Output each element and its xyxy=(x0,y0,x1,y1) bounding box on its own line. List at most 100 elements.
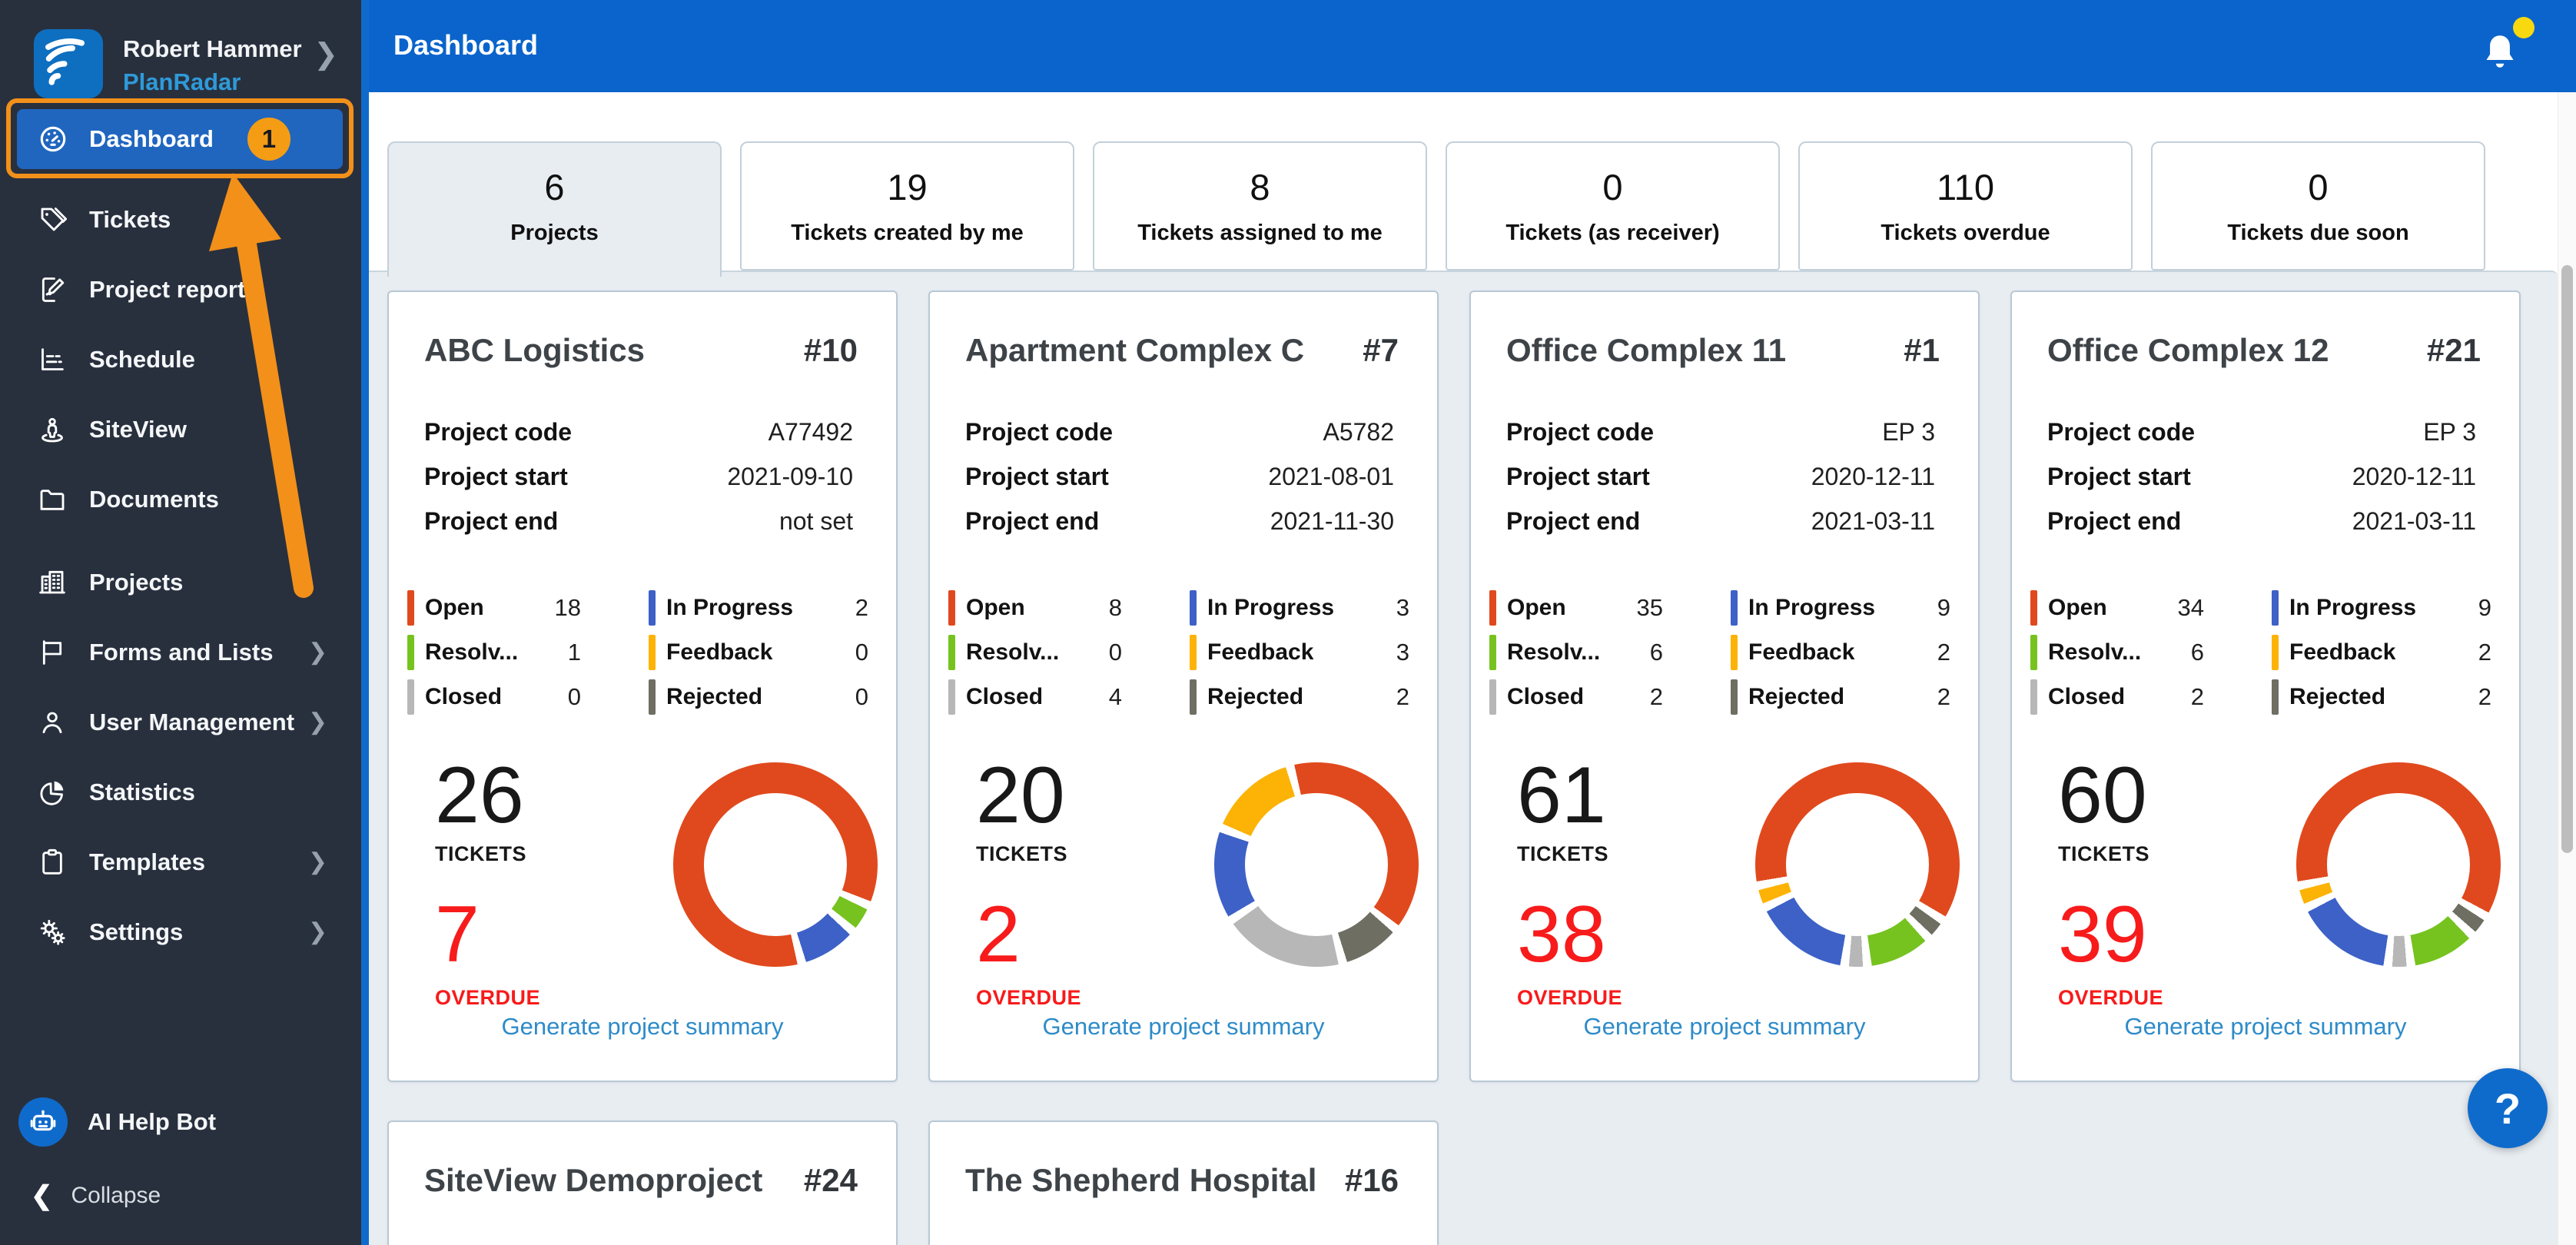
project-title: ABC Logistics xyxy=(424,332,646,368)
status-label: Rejected xyxy=(1748,684,1845,709)
status-label: Closed xyxy=(425,684,503,709)
tab-value: 8 xyxy=(1250,167,1270,208)
status-count: 2 xyxy=(1396,683,1409,710)
notifications-bell-button[interactable] xyxy=(2476,15,2536,77)
sidebar-item-tickets[interactable]: Tickets xyxy=(0,184,361,254)
status-grid: Open 18 In Progress 2 Resolv... 1 Feedba… xyxy=(389,586,896,719)
status-color-bar xyxy=(2272,590,2279,626)
status-label: In Progress xyxy=(2289,595,2417,620)
status-label: Resolv... xyxy=(425,639,519,665)
summary-tab-tickets-created-by-me[interactable]: 19 Tickets created by me xyxy=(740,141,1074,271)
status-count: 2 xyxy=(1937,683,1950,710)
project-code-value: EP 3 xyxy=(1882,418,1935,446)
scrollbar-track[interactable] xyxy=(2558,92,2576,1245)
sidebar-item-schedule[interactable]: Schedule xyxy=(0,324,361,394)
scrollbar-thumb[interactable] xyxy=(2561,265,2573,853)
status-label: Rejected xyxy=(2289,684,2386,709)
status-row-rejected: Rejected 2 xyxy=(1731,675,1950,719)
status-count: 0 xyxy=(1108,639,1122,666)
account-header[interactable]: Robert Hammer PlanRadar ❯ xyxy=(0,0,361,98)
status-color-bar xyxy=(2030,590,2037,626)
sidebar-item-dashboard[interactable]: Dashboard 1 xyxy=(17,109,343,169)
collapse-sidebar-button[interactable]: ❮ Collapse xyxy=(31,1180,161,1211)
summary-tab-projects[interactable]: 6 Projects xyxy=(387,141,722,277)
status-label: Rejected xyxy=(1207,684,1304,709)
status-label: Feedback xyxy=(1748,639,1855,665)
status-label: In Progress xyxy=(666,595,794,620)
overdue-label: OVERDUE xyxy=(1517,986,1623,1010)
chevron-right-icon: ❯ xyxy=(307,919,327,945)
detail-label: Project end xyxy=(424,507,559,535)
status-row-closed: Closed 4 xyxy=(948,675,1122,719)
overdue-count: 39 xyxy=(2058,890,2147,980)
chevron-right-icon: ❯ xyxy=(314,38,338,71)
sidebar-item-settings[interactable]: Settings ❯ xyxy=(0,897,361,967)
status-label: Feedback xyxy=(1207,639,1314,665)
project-end-value: 2021-03-11 xyxy=(1811,507,1935,535)
generate-summary-link[interactable]: Generate project summary xyxy=(930,1013,1437,1041)
status-color-bar xyxy=(1731,590,1738,626)
project-title: The Shepherd Hospital xyxy=(965,1162,1317,1198)
summary-tab-tickets-as-receiver[interactable]: 0 Tickets (as receiver) xyxy=(1446,141,1780,271)
sidebar-item-project-reports[interactable]: Project reports xyxy=(0,254,361,324)
tab-label: Tickets due soon xyxy=(2227,221,2409,245)
templates-icon xyxy=(37,847,68,878)
generate-summary-link[interactable]: Generate project summary xyxy=(1471,1013,1978,1041)
sidebar-item-user-management[interactable]: User Management ❯ xyxy=(0,687,361,757)
summary-tab-tickets-due-soon[interactable]: 0 Tickets due soon xyxy=(2151,141,2485,271)
sidebar-item-siteview[interactable]: SiteView xyxy=(0,394,361,464)
collapse-label: Collapse xyxy=(71,1183,161,1208)
status-color-bar xyxy=(1489,679,1496,715)
status-count: 34 xyxy=(2177,594,2204,621)
sidebar-item-documents[interactable]: Documents xyxy=(0,464,361,534)
status-count: 2 xyxy=(2478,683,2491,710)
status-count: 2 xyxy=(2190,683,2204,710)
chevron-right-icon: ❯ xyxy=(307,709,327,735)
status-count: 2 xyxy=(1937,639,1950,666)
sidebar-item-templates[interactable]: Templates ❯ xyxy=(0,827,361,897)
status-row-resolved: Resolv... 0 xyxy=(948,630,1122,675)
project-card-siteview-demoproject: SiteView Demoproject #24 Project code no… xyxy=(387,1120,898,1245)
status-color-bar xyxy=(1489,590,1496,626)
status-count: 18 xyxy=(554,594,581,621)
detail-label: Project start xyxy=(2047,463,2191,490)
status-count: 6 xyxy=(2190,639,2204,666)
detail-label: Project end xyxy=(2047,507,2182,535)
generate-summary-link[interactable]: Generate project summary xyxy=(389,1013,896,1041)
status-color-bar xyxy=(1190,590,1197,626)
tickets-count: 60 xyxy=(2058,751,2147,840)
ai-help-bot-button[interactable]: AI Help Bot xyxy=(18,1097,216,1147)
detail-label: Project start xyxy=(424,463,568,490)
ticket-totals: 26 TICKETS 7 OVERDUE xyxy=(435,753,540,1010)
project-number: #16 xyxy=(1344,1162,1399,1198)
tab-label: Tickets (as receiver) xyxy=(1505,221,1720,245)
tickets-label: TICKETS xyxy=(435,842,527,866)
summary-tab-tickets-overdue[interactable]: 110 Tickets overdue xyxy=(1798,141,2133,271)
status-label: In Progress xyxy=(1748,595,1876,620)
project-details: Project code EP 3 Project start 2020-12-1… xyxy=(1471,418,1978,552)
robot-icon xyxy=(18,1097,68,1147)
sidebar: Robert Hammer PlanRadar ❯ Dashboard 1 Ti… xyxy=(0,0,369,1245)
dashboard-icon xyxy=(37,123,69,155)
summary-tabs: 6 Projects 19 Tickets created by me 8 Tick… xyxy=(387,141,2485,277)
tab-value: 0 xyxy=(2308,167,2329,208)
sidebar-item-projects[interactable]: Projects xyxy=(0,547,361,617)
sidebar-item-label: Documents xyxy=(89,485,219,513)
project-card-the-shepherd-hospital: The Shepherd Hospital #16 Project code V… xyxy=(928,1120,1439,1245)
overdue-count: 38 xyxy=(1517,890,1606,980)
sidebar-item-forms-and-lists[interactable]: Forms and Lists ❯ xyxy=(0,617,361,687)
project-details: Project code A5782 Project start 2021-08-… xyxy=(930,418,1437,552)
tickets-icon xyxy=(37,204,68,235)
sidebar-item-statistics[interactable]: Statistics xyxy=(0,757,361,827)
status-grid: Open 34 In Progress 9 Resolv... 6 Feedba… xyxy=(2012,586,2519,719)
summary-tab-tickets-assigned-to-me[interactable]: 8 Tickets assigned to me xyxy=(1093,141,1427,271)
status-row-in_progress: In Progress 3 xyxy=(1190,586,1409,630)
status-row-closed: Closed 2 xyxy=(2030,675,2204,719)
status-grid: Open 35 In Progress 9 Resolv... 6 Feedba… xyxy=(1471,586,1978,719)
project-details: Project code A77492 Project start 2021-09… xyxy=(389,418,896,552)
help-fab-button[interactable]: ? xyxy=(2468,1068,2548,1148)
status-label: Open xyxy=(966,595,1025,620)
generate-summary-link[interactable]: Generate project summary xyxy=(2012,1013,2519,1041)
planradar-logo xyxy=(34,29,103,98)
project-start-value: 2021-08-01 xyxy=(1268,463,1394,490)
